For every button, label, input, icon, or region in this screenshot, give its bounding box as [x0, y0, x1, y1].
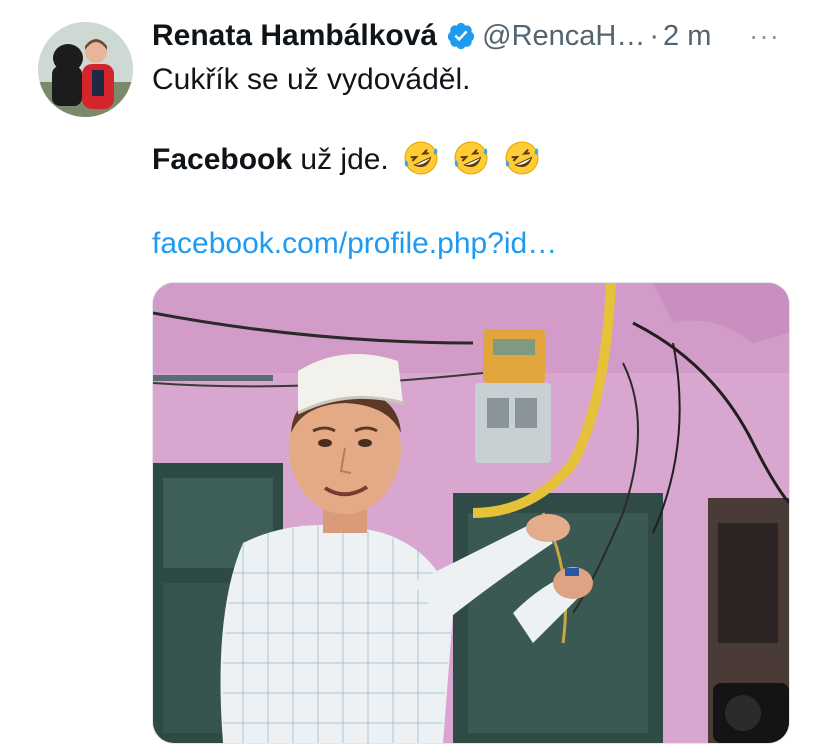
laughing-emoji-icon — [453, 140, 489, 176]
avatar[interactable] — [38, 22, 133, 117]
avatar-image — [38, 22, 133, 117]
tweet-text-rest: už jde. — [292, 143, 389, 176]
author-name[interactable]: Renata Hambálková — [152, 19, 437, 53]
tweet-text-line-2: Facebook už jde. — [152, 140, 540, 180]
tweet-header: Renata Hambálková @RencaH… · 2 m ··· — [152, 14, 808, 58]
tweet-text-line-1: Cukřík se už vydováděl. — [152, 63, 471, 96]
more-options-icon[interactable]: ··· — [749, 20, 780, 52]
separator-dot: · — [649, 19, 660, 52]
laughing-emoji-icon — [504, 140, 540, 176]
timestamp[interactable]: 2 m — [663, 20, 711, 53]
photo-illustration — [153, 283, 789, 743]
tweet-text: Cukřík se už vydováděl. Facebook už jde. — [152, 60, 540, 180]
laughing-emoji-icon — [403, 140, 439, 176]
author-handle[interactable]: @RencaH… — [482, 20, 645, 53]
tweet-media-image[interactable] — [152, 282, 790, 744]
profile-link[interactable]: facebook.com/profile.php?id… — [152, 224, 557, 264]
verified-badge-icon — [446, 21, 476, 51]
tweet-text-bold: Facebook — [152, 143, 293, 176]
